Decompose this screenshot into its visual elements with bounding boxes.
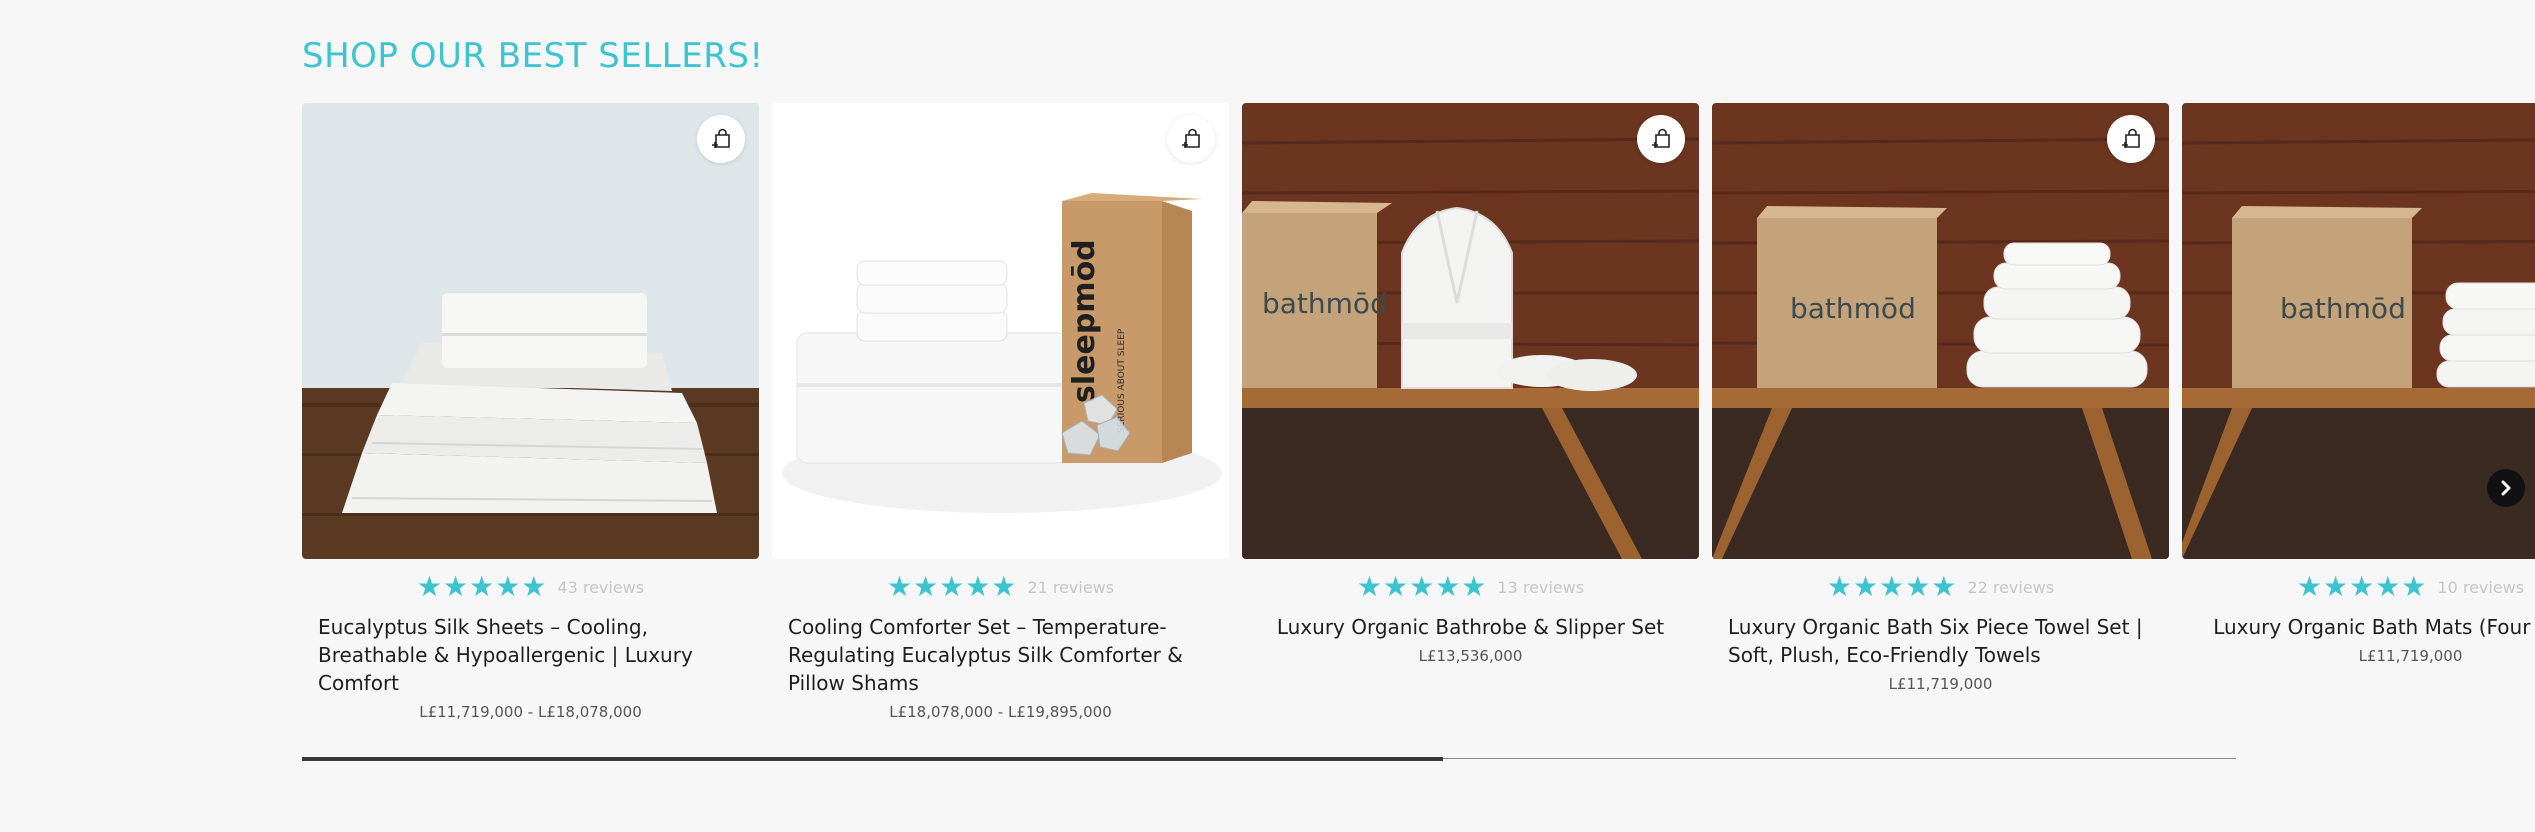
product-card[interactable]: sleepmōd SERIOUS ABOUT SLEEP ★★★★★ 21 re… (772, 103, 1229, 721)
product-price: L£11,719,000 (2358, 647, 2463, 665)
product-image[interactable]: bathmōd (1242, 103, 1699, 559)
box-brand: bathmōd (1790, 292, 1916, 325)
product-card[interactable]: bathmōd ★★★★★ 13 reviews Luxury Organic … (1242, 103, 1699, 665)
shopping-bag-plus-icon (712, 128, 730, 148)
section-title: SHOP OUR BEST SELLERS! (302, 36, 764, 76)
product-title[interactable]: Luxury Organic Bathrobe & Slipper Set (1242, 613, 1699, 641)
rating-stars: ★★★★★ (886, 570, 1018, 603)
product-image[interactable] (302, 103, 759, 559)
box-brand: bathmōd (1262, 287, 1388, 320)
product-card[interactable]: bathmōd ★★★★★ 22 reviews Luxury Organic … (1712, 103, 2169, 693)
quick-add-button[interactable] (1637, 115, 1685, 163)
carousel-next-button[interactable] (2487, 469, 2525, 507)
rating-stars: ★★★★★ (416, 570, 548, 603)
review-count[interactable]: 21 reviews (1027, 578, 1114, 597)
rating-stars: ★★★★★ (2296, 570, 2428, 603)
product-title[interactable]: Luxury Organic Bath Six Piece Towel Set … (1712, 613, 2169, 669)
review-count[interactable]: 43 reviews (557, 578, 644, 597)
product-image[interactable]: bathmōd (2182, 103, 2535, 559)
product-price: L£11,719,000 (1888, 675, 1993, 693)
rating-stars: ★★★★★ (1356, 570, 1488, 603)
product-title[interactable]: Luxury Organic Bath Mats (Four Pieces) (2182, 613, 2535, 641)
product-image[interactable]: bathmōd (1712, 103, 2169, 559)
shopping-bag-plus-icon (1652, 128, 1670, 148)
rating: ★★★★★ 43 reviews (302, 573, 759, 601)
product-price: L£13,536,000 (1418, 647, 1523, 665)
product-title[interactable]: Eucalyptus Silk Sheets – Cooling, Breath… (302, 613, 759, 697)
review-count[interactable]: 22 reviews (1967, 578, 2054, 597)
shopping-bag-plus-icon (1182, 128, 1200, 148)
rating-stars: ★★★★★ (1826, 570, 1958, 603)
product-price: L£11,719,000 - L£18,078,000 (419, 703, 642, 721)
product-title[interactable]: Cooling Comforter Set – Temperature-Regu… (772, 613, 1229, 697)
quick-add-button[interactable] (2107, 115, 2155, 163)
rating: ★★★★★ 10 reviews (2182, 573, 2535, 601)
chevron-right-icon (2501, 480, 2511, 496)
shopping-bag-plus-icon (2122, 128, 2140, 148)
rating: ★★★★★ 13 reviews (1242, 573, 1699, 601)
product-card[interactable]: bathmōd ★★★★★ 10 reviews Luxury Organic … (2182, 103, 2535, 665)
best-sellers-carousel: ★★★★★ 43 reviews Eucalyptus Silk Sheets … (302, 103, 2535, 743)
review-count[interactable]: 13 reviews (1497, 578, 1584, 597)
carousel-scrollbar-thumb[interactable] (302, 757, 1443, 761)
rating: ★★★★★ 22 reviews (1712, 573, 2169, 601)
rating: ★★★★★ 21 reviews (772, 573, 1229, 601)
box-brand: bathmōd (2280, 292, 2406, 325)
product-card[interactable]: ★★★★★ 43 reviews Eucalyptus Silk Sheets … (302, 103, 759, 721)
product-price: L£18,078,000 - L£19,895,000 (889, 703, 1112, 721)
product-image[interactable]: sleepmōd SERIOUS ABOUT SLEEP (772, 103, 1229, 559)
box-tagline: SERIOUS ABOUT SLEEP (1117, 328, 1127, 433)
box-brand: sleepmōd (1067, 239, 1102, 403)
review-count[interactable]: 10 reviews (2437, 578, 2524, 597)
quick-add-button[interactable] (697, 115, 745, 163)
quick-add-button[interactable] (1167, 115, 1215, 163)
